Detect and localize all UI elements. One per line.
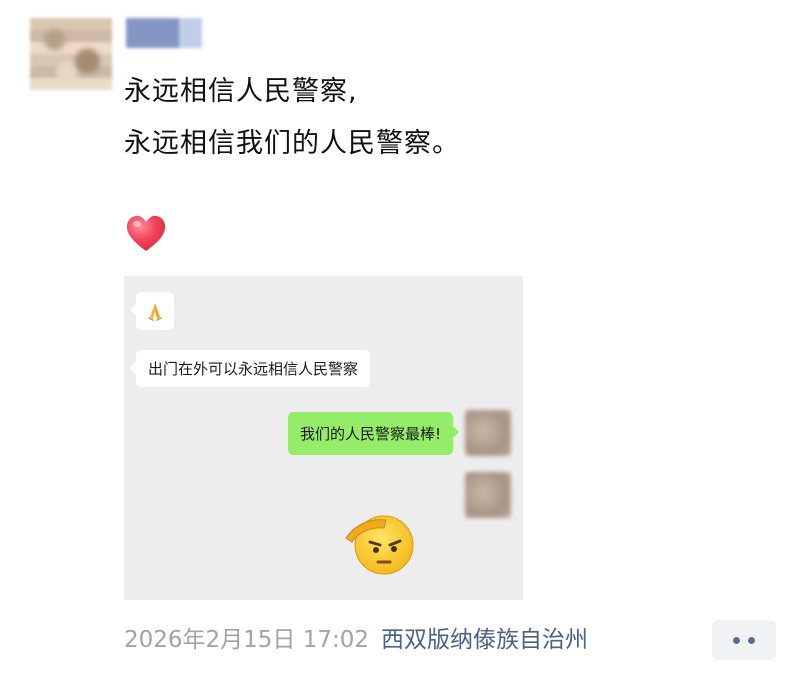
avatar[interactable] (30, 18, 112, 90)
author-name[interactable] (126, 18, 202, 48)
dot-icon (748, 636, 755, 644)
salute-emoji-icon (345, 515, 414, 575)
post-location-link[interactable]: 西双版纳傣族自治州 (381, 627, 588, 653)
chat-bubble-message: 出门在外可以永远相信人民警察 (129, 350, 371, 387)
post-timestamp: 2026年2月15日 17:02 (124, 627, 370, 653)
pray-icon (148, 303, 162, 321)
dot-icon (733, 636, 740, 644)
post-line-1: 永远相信人民警察, (124, 76, 358, 107)
post-line-2: 永远相信我们的人民警察。 (124, 128, 460, 159)
heart-icon (126, 215, 166, 251)
avatar (465, 410, 511, 456)
chat-screenshot-image[interactable]: 出门在外可以永远相信人民警察 我们的人民警察最棒! (124, 276, 523, 600)
avatar (465, 472, 511, 518)
chat-bubble-reply: 我们的人民警察最棒! (287, 412, 460, 455)
post-content: 永远相信人民警察, 永远相信我们的人民警察。 (124, 66, 460, 170)
chat-bubble-emoji (130, 292, 174, 330)
more-options-button[interactable] (712, 620, 776, 660)
post-meta: 2026年2月15日 17:02 西双版纳傣族自治州 (124, 620, 588, 660)
